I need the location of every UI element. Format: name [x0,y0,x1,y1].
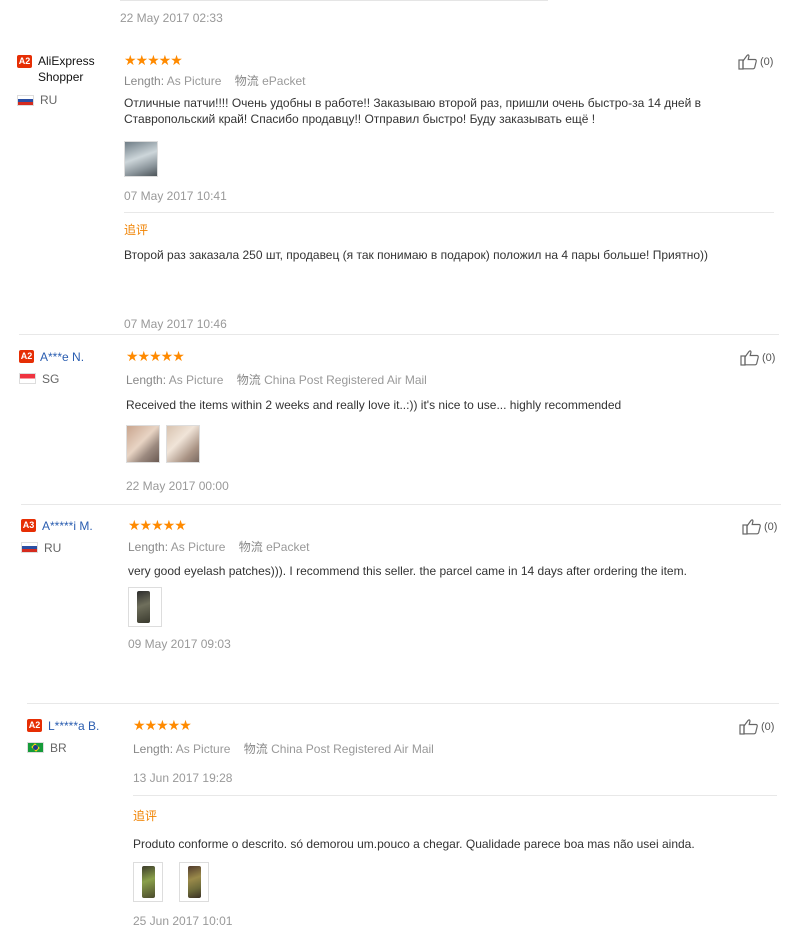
additional-review-date: 25 Jun 2017 10:01 [133,914,233,928]
additional-review-date: 07 May 2017 10:46 [124,317,227,331]
length-label: Length: [128,540,169,554]
length-label: Length: [133,742,174,756]
review-date: 13 Jun 2017 19:28 [133,771,233,785]
review-photos [133,862,777,902]
singapore-flag-icon [19,373,36,385]
logistics-value: ePacket [262,74,306,88]
logistics-value: China Post Registered Air Mail [264,373,427,387]
star-rating: ★★★★★ [126,348,185,364]
reviewer-country: BR [27,741,99,755]
length-value: As Picture [175,742,231,756]
reviewer: A3 A*****i M. RU [21,518,93,555]
review-item: A2 A***e N. SG ★★★★★ Length: As Picture 物… [19,334,779,504]
length-value: As Picture [170,540,226,554]
review-divider [21,504,781,505]
country-code: BR [50,740,67,755]
additional-review-label: 追评 [133,809,158,823]
review-date: 07 May 2017 10:41 [124,189,227,203]
order-attributes: Length: As Picture 物流 China Post Registe… [126,371,776,388]
additional-review-label: 追评 [124,223,149,237]
reviewer-name: AliExpress Shopper [38,54,95,84]
length-value: As Picture [168,373,224,387]
star-rating: ★★★★★ [128,517,187,533]
review-body: ★★★★★ Length: As Picture 物流 China Post R… [133,718,777,928]
review-text: Received the items within 2 weeks and re… [126,398,622,412]
additional-review-divider [133,795,777,796]
review-photos [124,141,774,177]
review-item: A2 AliExpress Shopper RU ★★★★★ Length: A… [17,44,777,334]
logistics-value: ePacket [266,540,310,554]
review-divider [27,703,779,704]
russia-flag-icon [21,542,38,554]
review-photo-thumbnail[interactable] [179,862,209,902]
thumbs-up-icon [740,350,759,366]
previous-review-divider [120,0,548,1]
logistics-label: 物流 [234,74,259,88]
review-photos [128,587,778,627]
reviewer-country: RU [21,541,93,555]
review-photo-thumbnail[interactable] [126,425,160,463]
review-photo-thumbnail[interactable] [133,862,163,902]
review-date: 22 May 2017 00:00 [126,479,229,493]
review-body: ★★★★★ Length: As Picture 物流 ePacket Отли… [124,53,774,331]
review-body: ★★★★★ Length: As Picture 物流 China Post R… [126,349,776,493]
member-level-badge: A2 [17,55,32,68]
star-rating: ★★★★★ [133,717,192,733]
like-button[interactable]: (0) [740,349,775,366]
like-button[interactable]: (0) [738,53,773,70]
logistics-label: 物流 [236,373,261,387]
review-date: 09 May 2017 09:03 [128,637,231,651]
like-count: (0) [762,351,776,364]
order-attributes: Length: As Picture 物流 ePacket [128,538,778,555]
star-rating: ★★★★★ [124,52,183,68]
country-code: SG [42,371,60,386]
review-item: A2 L*****a B. BR ★★★★★ Length: As Picture… [27,703,779,930]
thumbs-up-icon [742,519,761,535]
review-body: ★★★★★ Length: As Picture 物流 ePacket very… [128,518,778,651]
review-text: Отличные патчи!!!! Очень удобны в работе… [124,96,701,126]
reviewer: A2 L*****a B. BR [27,718,99,755]
member-level-badge: A2 [19,350,34,364]
review-photo-thumbnail[interactable] [124,141,158,177]
like-count: (0) [760,55,774,68]
length-label: Length: [124,74,165,88]
like-button[interactable]: (0) [739,718,774,735]
reviewer: A2 AliExpress Shopper RU [17,53,116,107]
country-code: RU [44,540,62,555]
review-divider [19,334,779,335]
reviewer: A2 A***e N. SG [19,349,84,386]
review-photo-thumbnail[interactable] [166,425,200,463]
like-count: (0) [761,720,775,733]
previous-review-date: 22 May 2017 02:33 [120,11,223,25]
member-level-badge: A3 [21,519,36,533]
additional-review-text: Второй раз заказала 250 шт, продавец (я … [124,248,709,262]
member-level-badge: A2 [27,719,42,733]
review-photos [126,425,776,463]
logistics-label: 物流 [243,742,268,756]
length-value: As Picture [166,74,222,88]
country-code: RU [40,93,58,107]
review-text: very good eyelash patches))). I recommen… [128,564,687,578]
reviewer-country: RU [17,93,116,107]
thumbs-up-icon [738,54,757,70]
reviewer-country: SG [19,372,84,386]
logistics-label: 物流 [238,540,263,554]
reviewer-name[interactable]: A***e N. [40,350,84,364]
reviewer-name[interactable]: L*****a B. [48,719,99,733]
length-label: Length: [126,373,167,387]
additional-review-divider [124,212,774,213]
reviewer-name[interactable]: A*****i M. [42,519,93,533]
order-attributes: Length: As Picture 物流 ePacket [124,72,774,89]
additional-review-text: Produto conforme o descrito. só demorou … [133,837,695,851]
review-photo-thumbnail[interactable] [128,587,162,627]
russia-flag-icon [17,94,34,106]
logistics-value: China Post Registered Air Mail [271,742,434,756]
like-button[interactable]: (0) [742,518,777,535]
thumbs-up-icon [739,719,758,735]
brazil-flag-icon [27,742,44,754]
like-count: (0) [764,520,778,533]
review-item: A3 A*****i M. RU ★★★★★ Length: As Picture… [21,504,781,664]
order-attributes: Length: As Picture 物流 China Post Registe… [133,740,777,757]
